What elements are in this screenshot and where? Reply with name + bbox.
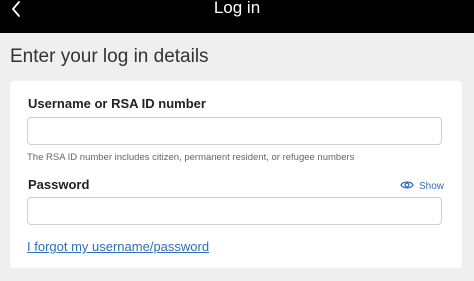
page-title: Log in	[213, 0, 261, 17]
login-card: Username or RSA ID number The RSA ID num…	[10, 81, 462, 268]
username-label: Username or RSA ID number	[28, 96, 206, 111]
username-input[interactable]	[27, 117, 442, 145]
password-input[interactable]	[27, 197, 442, 225]
eye-icon	[400, 177, 419, 195]
show-password-label: Show	[418, 180, 444, 192]
forgot-credentials-link[interactable]: I forgot my username/password	[27, 239, 209, 254]
show-password-toggle[interactable]: Show	[400, 179, 444, 193]
password-label: Password	[28, 177, 90, 192]
top-app-bar: Log in	[0, 0, 474, 33]
username-hint: The RSA ID number includes citizen, perm…	[27, 152, 355, 163]
form-heading: Enter your log in details	[10, 46, 209, 67]
